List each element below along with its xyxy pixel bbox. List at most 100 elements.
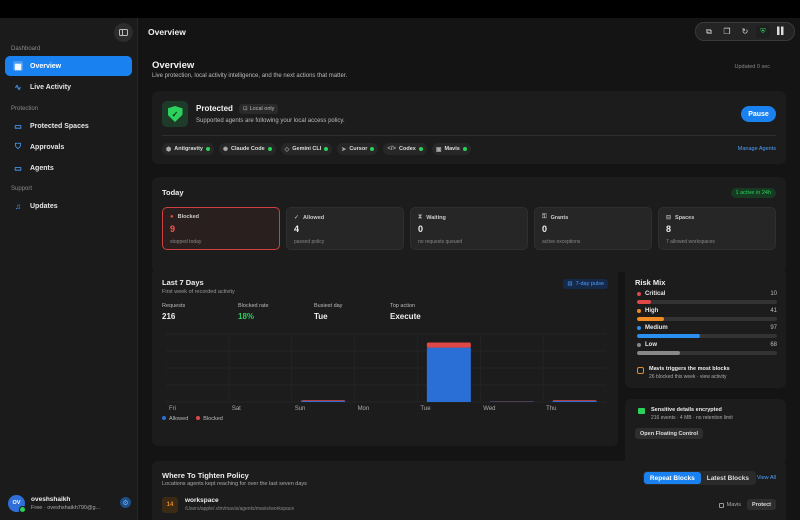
agent-chip-mavis[interactable]: ▣ Mavis: [431, 143, 471, 155]
encryption-card: Sensitive details encrypted 216 events ·…: [625, 399, 786, 465]
protection-status: Protected: [196, 104, 233, 113]
sidebar-item-approvals[interactable]: ⛉ Approvals: [5, 137, 132, 157]
settings-gear-icon[interactable]: ⚙: [120, 497, 131, 508]
stat-sub: 7 allowed workspaces: [666, 239, 715, 245]
bar-allowed-thu: [552, 400, 597, 402]
location-path: /Users/apple/.vlm/mavis/agents/mavis/wor…: [185, 506, 295, 512]
tab-repeat-blocks[interactable]: Repeat Blocks: [643, 472, 701, 484]
user-plan-email: Free · oveshshaikh790@g...: [31, 504, 101, 511]
user-profile[interactable]: OV oveshshaikh Free · oveshshaikh790@g..…: [8, 491, 133, 515]
status-dot: [205, 147, 210, 151]
chat-icon[interactable]: ⧉: [702, 25, 716, 38]
agent-chip-antigravity[interactable]: ⬢ Antigravity: [162, 143, 214, 155]
agent-chip-cursor[interactable]: ➤ Cursor: [337, 143, 379, 155]
stat-sub: active exceptions: [542, 239, 581, 245]
pause-icon[interactable]: ▌▌: [774, 25, 788, 38]
grid-icon: ▦: [13, 61, 23, 71]
sidebar-toggle-button[interactable]: [114, 23, 133, 42]
agent-chip-gemini-cli[interactable]: ◇ Gemini CLI: [280, 143, 333, 155]
block-count-badge: 14: [162, 497, 178, 513]
stat-grants[interactable]: ⚿ Grants 0 active exceptions: [534, 207, 652, 250]
last7-subtitle: First week of recorded activity: [162, 289, 235, 295]
sidebar-item-label: Updates: [30, 202, 58, 210]
legend-blocked: Blocked: [196, 416, 223, 422]
header-title: Overview: [148, 27, 186, 37]
main-content: Overview ⧉ ❐ ↻ ⛨ ▌▌ Overview Live protec…: [138, 18, 800, 520]
status-dot: [324, 147, 329, 151]
chart-legend: Allowed Blocked: [162, 416, 223, 422]
sidebar: Dashboard ▦ Overview ∿ Live Activity Pro…: [0, 18, 138, 520]
view-all-link[interactable]: View All: [757, 475, 776, 481]
bell-icon: ♫: [15, 201, 21, 211]
sidebar-item-updates[interactable]: ♫ Updates: [5, 196, 132, 216]
manage-agents-link[interactable]: Manage Agents: [738, 146, 776, 152]
local-only-badge: ⊡ Local only: [239, 104, 279, 114]
mavis-icon: [718, 502, 724, 508]
active-badge: 1 active in 24h: [730, 188, 776, 198]
agent-chip-claude-code[interactable]: ✺ Claude Code: [218, 143, 276, 155]
pause-button[interactable]: Pause: [741, 106, 776, 122]
cursor-icon: ➤: [341, 146, 347, 153]
sidebar-item-label: Approvals: [30, 143, 65, 151]
window-top-bar: [0, 0, 800, 18]
sidebar-item-overview[interactable]: ▦ Overview: [5, 56, 132, 76]
sidebar-item-agents[interactable]: ▭ Agents: [5, 158, 132, 178]
metric-blocked-rate: Blocked rate 18%: [238, 303, 269, 321]
page-subtitle: Live protection, local activity intellig…: [152, 73, 348, 79]
code-icon: </>: [387, 146, 397, 152]
risk-row-low[interactable]: Low 68: [637, 342, 777, 355]
agent-list: ⬢ Antigravity ✺ Claude Code ◇ Gemini CLI ➤ C…: [162, 143, 471, 155]
block-tabs: Repeat Blocks Latest Blocks: [642, 471, 756, 485]
open-floating-control-button[interactable]: Open Floating Control: [635, 428, 704, 439]
tighten-policy-card: Where To Tighten Policy Locations agents…: [152, 461, 786, 520]
today-title: Today: [162, 188, 184, 197]
sidebar-item-label: Agents: [30, 164, 54, 172]
windows-icon[interactable]: ❐: [720, 25, 734, 38]
stat-value: 0: [418, 224, 424, 234]
stat-allowed[interactable]: ✓ Allowed 4 passed policy: [286, 207, 404, 250]
stat-value: 8: [666, 224, 672, 234]
sidebar-item-protected-spaces[interactable]: ▭ Protected Spaces: [5, 116, 132, 136]
gemini-icon: ◇: [284, 146, 290, 153]
bar-blocked-sun: [301, 400, 346, 401]
stat-waiting[interactable]: ⧗ Waiting 0 no requests queued: [410, 207, 528, 250]
tighten-subtitle: Locations agents kept reaching for over …: [162, 481, 307, 487]
approval-shield-icon: ⛉: [15, 142, 21, 151]
key-icon: ⚿: [542, 214, 547, 220]
section-label-dashboard: Dashboard: [11, 46, 41, 52]
risk-row-high[interactable]: High 41: [637, 308, 777, 321]
stat-value: 4: [294, 224, 300, 234]
location-agent: Mavis: [718, 502, 741, 508]
stat-sub: passed policy: [294, 239, 325, 245]
window-controls: ⧉ ❐ ↻ ⛨ ▌▌: [695, 22, 795, 41]
section-label-support: Support: [11, 186, 33, 192]
sidebar-item-label: Protected Spaces: [30, 122, 89, 130]
stat-value: 9: [170, 224, 176, 234]
risk-mix-card: Risk Mix Critical 10 High 41 Medium 97 Low 6…: [625, 268, 786, 388]
stat-value: 0: [542, 224, 548, 234]
protect-button[interactable]: Protect: [747, 499, 776, 510]
status-dot: [370, 147, 375, 151]
agent-chip-codex[interactable]: </> Codex: [383, 143, 427, 155]
hourglass-icon: ⧗: [418, 214, 423, 220]
x-tick-label: Sun: [295, 406, 306, 412]
risk-row-medium[interactable]: Medium 97: [637, 325, 777, 338]
stat-sub: no requests queued: [418, 239, 463, 245]
activity-bar-chart: Fri Sat Sun Mon Tue Wed Thu: [166, 333, 606, 412]
stat-spaces[interactable]: ⊟ Spaces 8 7 allowed workspaces: [658, 207, 776, 250]
x-tick-label: Wed: [483, 406, 495, 412]
legend-allowed: Allowed: [162, 416, 188, 422]
tab-latest-blocks[interactable]: Latest Blocks: [701, 472, 755, 484]
stat-blocked[interactable]: ● Blocked 9 stopped today: [162, 207, 280, 250]
risk-bar-fill: [637, 351, 681, 355]
x-tick-label: Sat: [232, 406, 241, 412]
refresh-icon[interactable]: ↻: [738, 25, 752, 38]
pulse-icon: ∿: [14, 82, 22, 92]
risk-bar-fill: [637, 334, 700, 338]
sidebar-item-label: Live Activity: [30, 83, 71, 91]
page-title: Overview: [152, 60, 195, 71]
risk-row-critical[interactable]: Critical 10: [637, 291, 777, 304]
divider: [162, 135, 776, 136]
shield-status-icon[interactable]: ⛨: [756, 25, 770, 38]
sidebar-item-live-activity[interactable]: ∿ Live Activity: [5, 77, 132, 97]
